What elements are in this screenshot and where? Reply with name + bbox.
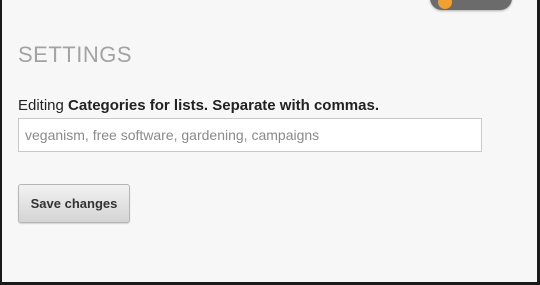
field-label: Editing Categories for lists. Separate w… — [18, 97, 379, 114]
save-changes-button[interactable]: Save changes — [18, 184, 130, 223]
settings-panel: SETTINGS Editing Categories for lists. S… — [2, 0, 537, 282]
orange-circle-icon — [438, 0, 452, 9]
field-label-main: Categories for lists. Separate with comm… — [68, 97, 379, 114]
top-badge[interactable] — [430, 0, 512, 10]
field-label-prefix: Editing — [18, 97, 64, 114]
page-title: SETTINGS — [18, 42, 133, 67]
categories-input[interactable] — [18, 118, 482, 152]
